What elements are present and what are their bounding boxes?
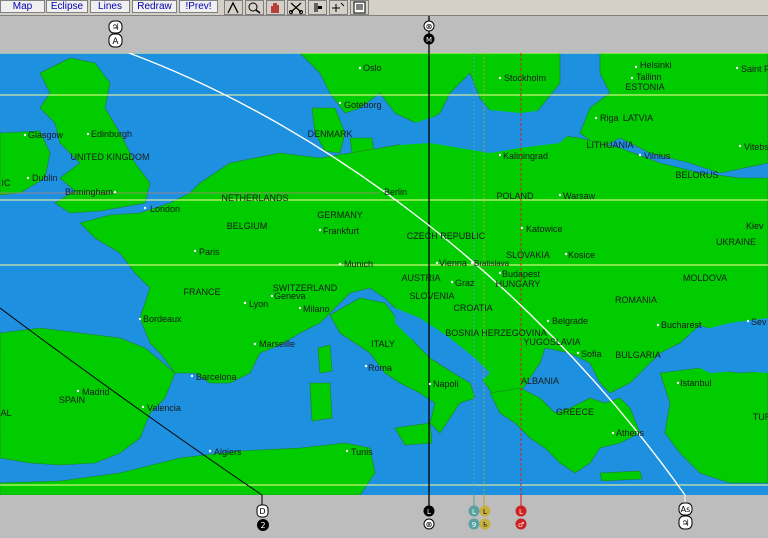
country-label: UKRAINE bbox=[716, 237, 756, 247]
country-label: SLOVENIA bbox=[409, 291, 454, 301]
line-tool-icon[interactable] bbox=[224, 0, 243, 15]
city-label: Bratislava bbox=[474, 259, 510, 268]
city-label: Warsaw bbox=[563, 191, 596, 201]
city-label: Budapest bbox=[502, 269, 541, 279]
map-button[interactable]: Map bbox=[0, 0, 45, 13]
city-label: Oslo bbox=[363, 63, 382, 73]
city-label: Saint P bbox=[741, 64, 768, 74]
city-label: Belgrade bbox=[552, 316, 588, 326]
city-label: Riga bbox=[600, 113, 619, 123]
country-label: GERMANY bbox=[317, 210, 363, 220]
city-label: Tallinn bbox=[636, 72, 662, 82]
city-label: Munich bbox=[344, 259, 373, 269]
country-label: AL bbox=[0, 408, 11, 418]
city-label: Geneva bbox=[274, 291, 306, 301]
country-label: LATVIA bbox=[623, 113, 653, 123]
city-label: Birmingham bbox=[65, 187, 113, 197]
city-label: Frankfurt bbox=[323, 226, 360, 236]
marker-tool-icon[interactable] bbox=[308, 0, 327, 15]
city-label: Helsinki bbox=[640, 60, 672, 70]
city-label: Stockholm bbox=[504, 73, 546, 83]
top-glyph-band bbox=[0, 16, 768, 53]
country-label: ESTONIA bbox=[625, 82, 664, 92]
city-label: Istanbul bbox=[680, 378, 712, 388]
zoom-tool-icon[interactable] bbox=[245, 0, 264, 15]
country-label: UNITED KINGDOM bbox=[70, 152, 149, 162]
city-label: Madrid bbox=[82, 387, 110, 397]
country-label: BELGIUM bbox=[227, 221, 268, 231]
city-label: Bordeaux bbox=[143, 314, 182, 324]
city-label: Kiev bbox=[746, 221, 764, 231]
lines-button[interactable]: Lines bbox=[90, 0, 130, 13]
city-label: Goteborg bbox=[344, 100, 382, 110]
country-label: GREECE bbox=[556, 407, 594, 417]
country-label: HUNGARY bbox=[496, 279, 541, 289]
city-label: Milano bbox=[303, 304, 330, 314]
toolbar: Map Eclipse Lines Redraw !Prev! bbox=[0, 0, 768, 16]
city-label: Napoli bbox=[433, 379, 459, 389]
country-label: LITHUANIA bbox=[586, 140, 633, 150]
country-label: AUSTRIA bbox=[401, 273, 440, 283]
city-label: Bucharest bbox=[661, 320, 702, 330]
city-label: Katowice bbox=[526, 224, 563, 234]
country-label: YUGOSLAVIA bbox=[523, 337, 580, 347]
city-label: Dublin bbox=[32, 173, 58, 183]
city-label: Vilnius bbox=[644, 151, 671, 161]
print-icon[interactable] bbox=[350, 0, 369, 15]
map-canvas[interactable]: ESTONIA LATVIA DENMARK LITHUANIA UNITED … bbox=[0, 53, 768, 495]
city-label: Lyon bbox=[249, 299, 268, 309]
city-label: Barcelona bbox=[196, 372, 237, 382]
country-label: ALBANIA bbox=[521, 376, 559, 386]
city-label: Kaliningrad bbox=[503, 151, 548, 161]
plus-cursor-icon[interactable] bbox=[329, 0, 348, 15]
city-label: Algiers bbox=[214, 447, 242, 457]
city-label: Paris bbox=[199, 247, 220, 257]
country-label: NETHERLANDS bbox=[221, 193, 288, 203]
city-label: Berlin bbox=[384, 187, 407, 197]
redraw-button[interactable]: Redraw bbox=[132, 0, 177, 13]
country-label: ROMANIA bbox=[615, 295, 657, 305]
country-label: TUR bbox=[753, 412, 768, 422]
country-label: MOLDOVA bbox=[683, 273, 727, 283]
city-label: Tunis bbox=[351, 447, 373, 457]
scissors-icon[interactable] bbox=[287, 0, 306, 15]
prev-button[interactable]: !Prev! bbox=[179, 0, 218, 13]
city-label: Valencia bbox=[147, 403, 181, 413]
city-label: Graz bbox=[455, 278, 475, 288]
country-label: BELORUS bbox=[675, 170, 718, 180]
city-label: Vienna bbox=[439, 258, 467, 268]
country-label: FRANCE bbox=[183, 287, 220, 297]
country-label: SLOVAKIA bbox=[506, 250, 550, 260]
eclipse-button[interactable]: Eclipse bbox=[46, 0, 88, 13]
city-label: London bbox=[150, 204, 180, 214]
hand-pan-icon[interactable] bbox=[266, 0, 285, 15]
country-label: CZECH REPUBLIC bbox=[407, 231, 486, 241]
country-label: CROATIA bbox=[453, 303, 492, 313]
country-label: DENMARK bbox=[307, 129, 352, 139]
city-label: Sev bbox=[751, 317, 767, 327]
city-label: Roma bbox=[368, 363, 392, 373]
country-label: IC bbox=[2, 178, 12, 188]
city-label: Marseille bbox=[259, 339, 295, 349]
city-label: Edinburgh bbox=[91, 129, 132, 139]
city-label: Glasgow bbox=[28, 130, 64, 140]
country-label: BULGARIA bbox=[615, 350, 661, 360]
city-label: Athens bbox=[616, 428, 645, 438]
country-label: POLAND bbox=[496, 191, 534, 201]
city-label: Sofia bbox=[581, 349, 602, 359]
city-label: Vitebs bbox=[744, 142, 768, 152]
country-label: ITALY bbox=[371, 339, 395, 349]
city-label: Kosice bbox=[568, 250, 595, 260]
bottom-glyph-band bbox=[0, 495, 768, 538]
